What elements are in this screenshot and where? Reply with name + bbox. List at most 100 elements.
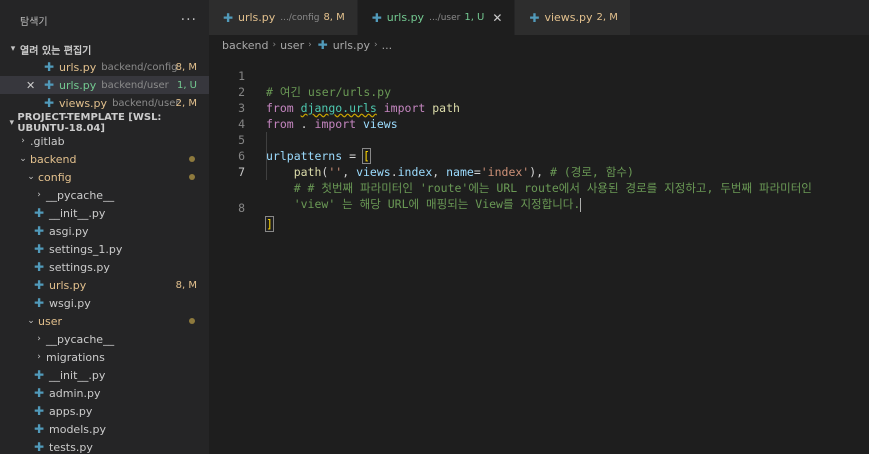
chevron-right-icon: › — [37, 190, 41, 200]
tab-views[interactable]: ✚ views.py 2, M — [515, 0, 631, 35]
open-editor-path: backend/config — [101, 61, 178, 73]
more-actions-icon[interactable]: ··· — [181, 12, 197, 28]
chevron-right-icon: › — [373, 40, 378, 50]
tab-badge: 8, M — [323, 12, 345, 23]
tree-label: asgi.py — [49, 224, 89, 238]
tab-label: urls.py — [238, 11, 276, 24]
python-file-icon: ✚ — [317, 38, 328, 52]
close-tab-icon[interactable]: ✕ — [492, 11, 502, 25]
tree-file[interactable]: ✚ wsgi.py — [0, 294, 209, 312]
tree-file[interactable]: ✚ tests.py — [0, 438, 209, 454]
open-editor-name: urls.py — [59, 60, 97, 74]
chevron-down-icon: ⌄ — [19, 154, 27, 164]
tree-file[interactable]: ✚ settings_1.py — [0, 240, 209, 258]
code-editor[interactable]: 1 # 여긴 user/urls.py 2 from django.urls i… — [209, 52, 869, 454]
chevron-right-icon: › — [37, 334, 41, 344]
git-status-badge: 1, U — [176, 79, 197, 91]
code-line: 3 from . import views — [209, 84, 869, 131]
bracket: ] — [265, 216, 274, 232]
code-line: 8 ] — [209, 184, 869, 232]
python-file-icon: ✚ — [529, 10, 540, 25]
git-status-badge: 2, M — [175, 97, 197, 109]
code-line: 1 # 여긴 user/urls.py — [209, 52, 869, 99]
editor-tabs: ✚ urls.py .../config 8, M ✚ urls.py .../… — [209, 0, 869, 35]
tree-label: wsgi.py — [49, 296, 91, 310]
tree-folder[interactable]: ⌄ user — [0, 312, 209, 330]
python-file-icon: ✚ — [371, 10, 382, 25]
breadcrumb-item[interactable]: user — [280, 39, 304, 52]
tree-folder[interactable]: ⌄ backend — [0, 150, 209, 168]
tree-folder[interactable]: › __pycache__ — [0, 186, 209, 204]
tree-file[interactable]: ✚ models.py — [0, 420, 209, 438]
code-line: 2 from django.urls import path — [209, 68, 869, 115]
tree-label: user — [38, 314, 62, 328]
tree-folder[interactable]: ⌄ config — [0, 168, 209, 186]
code-line-wrapped: 'view' 는 해당 URL에 매핑되는 View를 지정합니다. — [209, 164, 869, 212]
tree-file[interactable]: ✚ admin.py — [0, 384, 209, 402]
breadcrumb-item[interactable]: urls.py — [333, 39, 370, 52]
python-file-icon: ✚ — [33, 206, 45, 220]
chevron-down-icon: ▾ — [10, 44, 16, 54]
tree-file[interactable]: ✚ __init__.py — [0, 366, 209, 384]
tree-folder[interactable]: › migrations — [0, 348, 209, 366]
python-file-icon: ✚ — [33, 278, 45, 292]
line-number: 8 — [238, 201, 245, 215]
open-editor-name: urls.py — [59, 78, 97, 92]
open-editor-path: backend/user — [112, 97, 180, 109]
tree-file[interactable]: ✚ settings.py — [0, 258, 209, 276]
tab-badge: 2, M — [596, 12, 618, 23]
git-status-badge: 8, M — [175, 279, 197, 291]
open-editor-item[interactable]: ✚ views.py backend/user 2, M — [0, 94, 209, 112]
breadcrumb-item[interactable]: backend — [222, 39, 268, 52]
python-file-icon: ✚ — [43, 78, 55, 92]
chevron-right-icon: › — [37, 352, 41, 362]
tree-file[interactable]: ✚ __init__.py — [0, 204, 209, 222]
chevron-down-icon: ▾ — [9, 118, 14, 128]
modified-dot — [189, 174, 195, 180]
python-file-icon: ✚ — [33, 404, 45, 418]
modified-dot — [189, 318, 195, 324]
open-editors-title: 열려 있는 편집기 — [20, 45, 92, 57]
tree-label: settings_1.py — [49, 242, 123, 256]
python-file-icon: ✚ — [43, 60, 55, 74]
python-file-icon: ✚ — [33, 224, 45, 238]
tree-label: .gitlab — [30, 134, 65, 148]
tab-label: urls.py — [386, 11, 425, 24]
tree-folder[interactable]: › .gitlab — [0, 132, 209, 150]
code-line: 6 path('', views.index, name='index'), #… — [209, 132, 869, 179]
chevron-down-icon: ⌄ — [27, 316, 35, 326]
tab-label: views.py — [544, 11, 593, 24]
tree-label: config — [38, 170, 72, 184]
python-file-icon: ✚ — [222, 10, 234, 25]
open-editors-section[interactable]: ▾ 열려 있는 편집기 — [0, 40, 209, 58]
tree-label: settings.py — [49, 260, 110, 274]
tree-label: __init__.py — [49, 206, 106, 220]
breadcrumb-item[interactable]: ... — [382, 39, 393, 52]
python-file-icon: ✚ — [43, 96, 55, 110]
tree-file[interactable]: ✚ apps.py — [0, 402, 209, 420]
tree-file[interactable]: ✚ urls.py 8, M — [0, 276, 209, 294]
tree-file[interactable]: ✚ asgi.py — [0, 222, 209, 240]
tab-path: .../user — [429, 12, 461, 23]
close-icon[interactable]: ✕ — [26, 79, 35, 92]
git-status-badge: 8, M — [175, 61, 197, 73]
tree-label: __init__.py — [49, 368, 106, 382]
python-file-icon: ✚ — [33, 368, 45, 382]
code-line: 5 urlpatterns = [ — [209, 116, 869, 164]
code-line: 4 — [209, 100, 869, 131]
open-editor-path: backend/user — [101, 79, 169, 91]
code-line: 7 # # 첫번째 파라미터인 'route'에는 URL route에서 사용… — [209, 148, 869, 195]
project-title: PROJECT-TEMPLATE [WSL: UBUNTU-18.04] — [17, 112, 162, 134]
tree-label: __pycache__ — [46, 188, 115, 202]
tree-folder[interactable]: › __pycache__ — [0, 330, 209, 348]
chevron-right-icon: › — [21, 136, 25, 146]
modified-dot — [189, 156, 195, 162]
tab-user-urls[interactable]: ✚ urls.py .../user 1, U ✕ — [357, 0, 516, 35]
python-file-icon: ✚ — [33, 260, 45, 274]
project-section[interactable]: ▾ PROJECT-TEMPLATE [WSL: UBUNTU-18.04] — [0, 112, 209, 134]
open-editor-item-active[interactable]: ✕ ✚ urls.py backend/user 1, U — [0, 76, 209, 94]
open-editor-item[interactable]: ✚ urls.py backend/config 8, M — [0, 58, 209, 76]
tab-config-urls[interactable]: ✚ urls.py .../config 8, M — [209, 0, 358, 35]
explorer-header: 탐색기 ··· — [0, 0, 209, 40]
tree-label: __pycache__ — [46, 332, 115, 346]
